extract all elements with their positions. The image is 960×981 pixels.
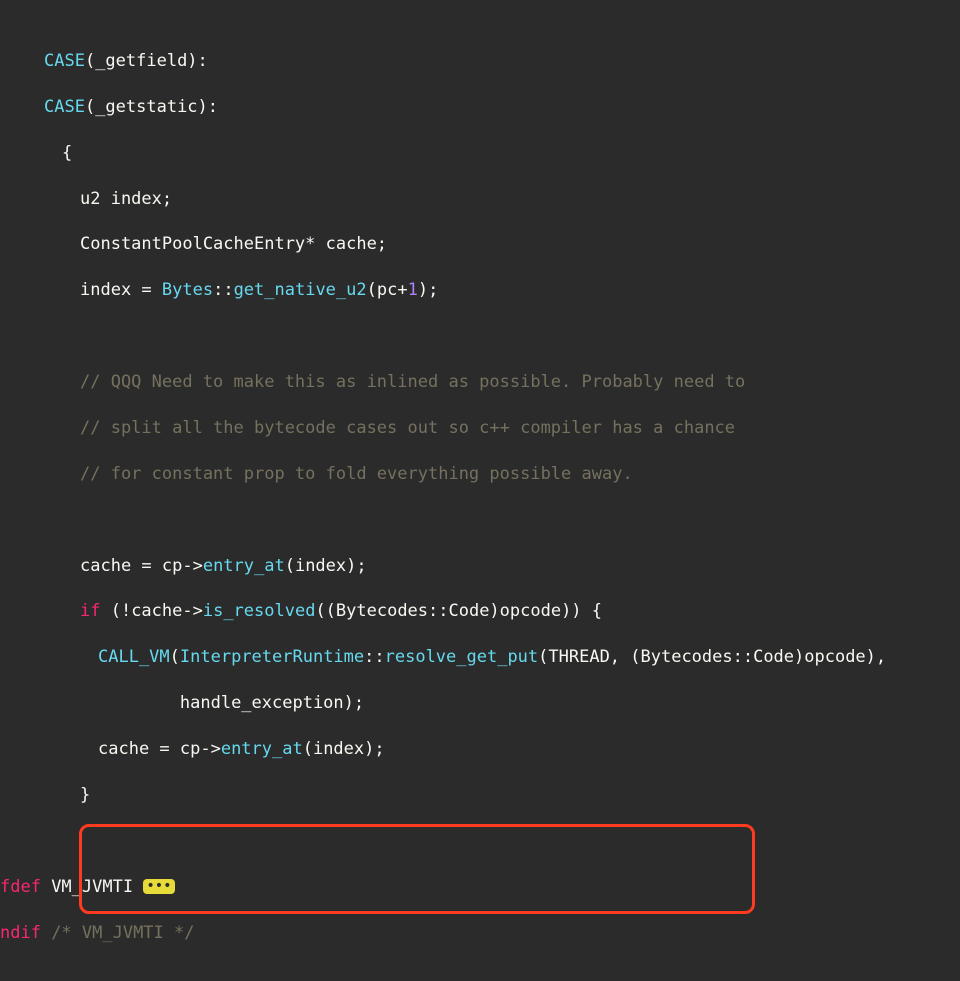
code-line: } (0, 784, 960, 807)
code-line: ndif /* VM_JVMTI */ (0, 922, 960, 945)
code-line: u2 index; (0, 188, 960, 211)
fold-marker-icon[interactable]: ••• (143, 879, 174, 894)
code-line: { (0, 142, 960, 165)
code-line (0, 509, 960, 532)
code-line: CASE(_getstatic): (0, 96, 960, 119)
code-line: handle_exception); (0, 692, 960, 715)
code-line: fdef VM_JVMTI ••• (0, 876, 960, 899)
code-line: cache = cp->entry_at(index); (0, 738, 960, 761)
code-line: index = Bytes::get_native_u2(pc+1); (0, 279, 960, 302)
code-line: // for constant prop to fold everything … (0, 463, 960, 486)
code-editor: CASE(_getfield): CASE(_getstatic): { u2 … (0, 0, 960, 981)
code-line (0, 967, 960, 981)
code-line: CALL_VM(InterpreterRuntime::resolve_get_… (0, 646, 960, 669)
code-line: cache = cp->entry_at(index); (0, 555, 960, 578)
code-line: CASE(_getfield): (0, 50, 960, 73)
code-line: // split all the bytecode cases out so c… (0, 417, 960, 440)
code-line (0, 830, 960, 853)
code-line (0, 325, 960, 348)
code-line: ConstantPoolCacheEntry* cache; (0, 233, 960, 256)
code-line: if (!cache->is_resolved((Bytecodes::Code… (0, 600, 960, 623)
code-line: // QQQ Need to make this as inlined as p… (0, 371, 960, 394)
